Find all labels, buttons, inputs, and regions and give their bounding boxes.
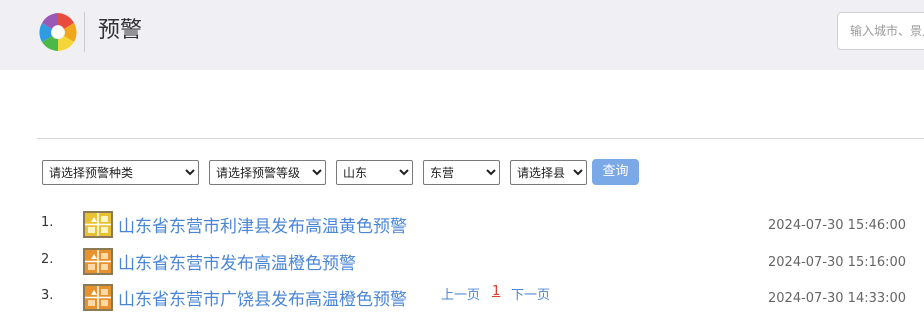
heat-yellow-icon: [83, 211, 113, 238]
warning-level-select[interactable]: 请选择预警等级: [209, 160, 326, 185]
warning-list-item: 2. 山东省东营市发布高温橙色预警 2024-07-30 15:16:00: [0, 248, 924, 278]
heat-orange-icon: [83, 248, 113, 275]
weather-logo-icon[interactable]: [37, 11, 79, 53]
county-select[interactable]: 请选择县: [510, 160, 587, 185]
list-index: 3.: [41, 288, 54, 303]
section-divider: [37, 138, 924, 139]
city-select[interactable]: 东营: [423, 160, 500, 185]
list-index: 2.: [41, 252, 54, 267]
heat-orange-icon: [83, 284, 113, 311]
next-page-link[interactable]: 下一页: [511, 284, 550, 303]
province-select[interactable]: 山东: [336, 160, 413, 185]
warning-time: 2024-07-30 15:46:00: [768, 218, 907, 233]
warning-time: 2024-07-30 15:16:00: [768, 255, 907, 270]
warning-title-link[interactable]: 山东省东营市利津县发布高温黄色预警: [118, 212, 407, 237]
page-title: 预警: [98, 18, 143, 43]
list-index: 1.: [41, 215, 54, 230]
header-divider: [84, 12, 85, 52]
warning-title-link[interactable]: 山东省东营市广饶县发布高温橙色预警: [118, 285, 407, 310]
top-header: 预警: [0, 0, 924, 70]
prev-page-link[interactable]: 上一页: [441, 284, 480, 303]
city-search-input[interactable]: [837, 12, 924, 50]
warning-list-item: 1. 山东省东营市利津县发布高温黄色预警 2024-07-30 15:46:00: [0, 211, 924, 241]
warning-type-select[interactable]: 请选择预警种类: [42, 160, 199, 185]
warning-title-link[interactable]: 山东省东营市发布高温橙色预警: [118, 249, 356, 274]
current-page-link[interactable]: 1: [492, 284, 500, 299]
warning-time: 2024-07-30 14:33:00: [768, 291, 907, 306]
query-button[interactable]: 查询: [592, 159, 639, 185]
